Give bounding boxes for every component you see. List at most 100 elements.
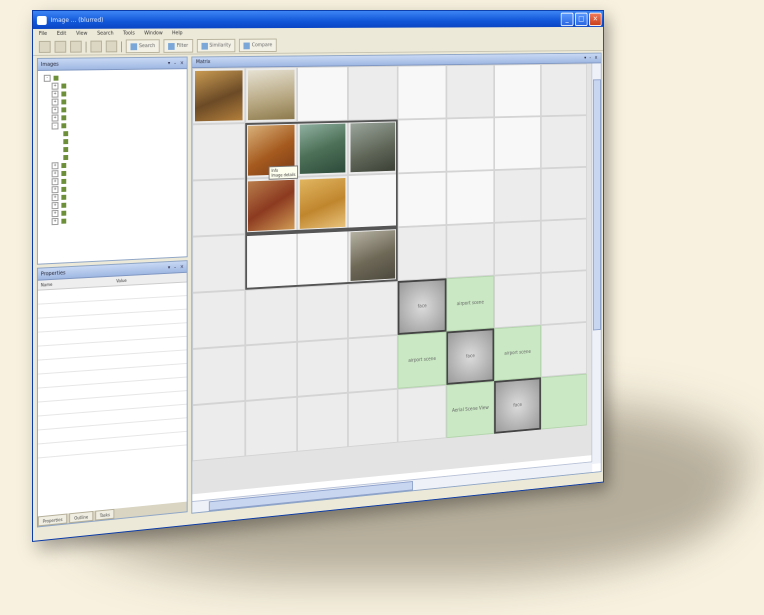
matrix-cell[interactable] <box>397 384 447 443</box>
expand-icon[interactable]: + <box>51 185 59 193</box>
matrix-cell-scene[interactable]: Aerial Scene View <box>446 381 495 439</box>
close-icon[interactable]: × <box>180 60 184 66</box>
matrix-cell[interactable] <box>192 67 246 125</box>
matrix-cell[interactable] <box>297 283 348 342</box>
tab-outline[interactable]: Outline <box>69 510 94 524</box>
expand-icon[interactable]: + <box>51 217 59 225</box>
matrix-cell[interactable] <box>494 220 541 276</box>
matrix-cell[interactable] <box>245 66 298 124</box>
folder-icon <box>61 210 67 216</box>
matrix-cell[interactable] <box>347 65 398 121</box>
matrix-cell[interactable] <box>347 334 398 393</box>
scroll-thumb[interactable] <box>593 79 601 331</box>
pin-icon[interactable]: ▾ <box>584 54 586 63</box>
matrix-cell-scene[interactable] <box>540 373 587 430</box>
matrix-cell[interactable] <box>245 286 298 346</box>
image-thumbnail[interactable] <box>195 70 243 122</box>
expand-icon[interactable]: + <box>51 113 59 122</box>
matrix-cell[interactable] <box>397 171 447 228</box>
matrix-cell[interactable] <box>397 65 447 120</box>
minimize-icon[interactable]: – <box>589 54 591 63</box>
tab-properties[interactable]: Properties <box>37 513 68 527</box>
pin-icon[interactable]: ▾ <box>168 60 170 66</box>
matrix-cell-scene[interactable]: airport scene <box>446 275 495 332</box>
matrix-cell[interactable] <box>397 225 447 282</box>
matrix-cell[interactable] <box>245 396 298 457</box>
expand-icon[interactable]: + <box>51 161 59 169</box>
expand-icon[interactable]: + <box>51 98 59 106</box>
close-icon[interactable]: × <box>180 264 184 270</box>
matrix-cell[interactable] <box>192 178 246 237</box>
matrix-cell[interactable] <box>446 117 495 172</box>
matrix-cell[interactable] <box>540 218 587 273</box>
menu-edit[interactable]: Edit <box>57 31 66 37</box>
minimize-button[interactable]: _ <box>560 12 574 26</box>
save-button[interactable] <box>70 40 82 53</box>
matrix-cell[interactable] <box>297 66 348 122</box>
close-button[interactable]: × <box>589 12 602 26</box>
matrix-cell[interactable] <box>494 168 541 223</box>
expand-icon[interactable]: + <box>51 169 59 177</box>
vertical-scrollbar[interactable] <box>591 63 601 465</box>
matrix-cell[interactable] <box>347 281 398 339</box>
matrix-cell-scene[interactable]: airport scene <box>494 325 541 382</box>
forward-button[interactable] <box>105 40 118 53</box>
expand-icon[interactable]: + <box>51 177 59 185</box>
matrix-cell[interactable] <box>192 400 246 462</box>
minimize-icon[interactable]: – <box>174 60 176 66</box>
matrix-cell-face[interactable]: face <box>446 328 495 385</box>
matrix-cell-face[interactable]: face <box>494 377 541 434</box>
matrix-cell[interactable] <box>446 222 495 279</box>
compare-button[interactable]: Compare <box>239 38 277 53</box>
menu-search[interactable]: Search <box>97 31 113 37</box>
folder-icon <box>61 186 67 192</box>
menu-help[interactable]: Help <box>172 30 183 36</box>
matrix-cell[interactable] <box>540 115 587 169</box>
maximize-button[interactable]: □ <box>574 12 588 26</box>
folder-icon <box>53 75 59 81</box>
matrix-cell[interactable] <box>192 289 246 350</box>
matrix-cell[interactable] <box>446 170 495 226</box>
collapse-icon[interactable]: - <box>51 121 59 130</box>
matrix-cell[interactable] <box>494 272 541 329</box>
minimize-icon[interactable]: – <box>174 264 176 270</box>
image-thumbnail[interactable] <box>247 69 295 121</box>
menu-tools[interactable]: Tools <box>123 31 135 37</box>
matrix-cell-face[interactable]: face <box>397 278 447 335</box>
matrix-cell[interactable] <box>397 118 447 174</box>
collapse-icon[interactable]: - <box>43 74 51 82</box>
back-button[interactable] <box>90 40 102 53</box>
menu-file[interactable]: File <box>39 31 47 37</box>
matrix-cell[interactable] <box>540 63 587 117</box>
close-icon[interactable]: × <box>594 54 597 63</box>
expand-icon[interactable]: + <box>51 201 59 209</box>
matrix-cell[interactable] <box>192 234 246 293</box>
matrix-cell[interactable] <box>540 166 587 221</box>
matrix-cell[interactable] <box>297 392 348 452</box>
matrix-cell[interactable] <box>446 64 495 119</box>
matrix-cell[interactable] <box>540 270 587 326</box>
filter-button[interactable]: Filter <box>163 39 193 53</box>
matrix-cell[interactable] <box>297 338 348 397</box>
expand-icon[interactable]: + <box>51 82 59 90</box>
menu-window[interactable]: Window <box>144 30 163 36</box>
expand-icon[interactable]: + <box>51 209 59 217</box>
new-button[interactable] <box>38 40 51 53</box>
search-button[interactable]: Search <box>125 39 160 54</box>
expand-icon[interactable]: + <box>51 90 59 98</box>
expand-icon[interactable]: + <box>51 105 59 114</box>
matrix-cell[interactable] <box>245 341 298 401</box>
matrix-cell[interactable] <box>192 345 246 406</box>
pin-icon[interactable]: ▾ <box>168 264 170 270</box>
menu-view[interactable]: View <box>76 31 87 37</box>
matrix-cell[interactable] <box>494 116 541 171</box>
matrix-cell[interactable] <box>494 64 541 118</box>
expand-icon[interactable]: + <box>51 193 59 201</box>
matrix-cell[interactable] <box>192 123 246 181</box>
open-button[interactable] <box>54 40 67 53</box>
tab-tasks[interactable]: Tasks <box>94 508 115 521</box>
similarity-button[interactable]: Similarity <box>196 38 236 53</box>
matrix-cell[interactable] <box>540 321 587 378</box>
matrix-cell-scene[interactable]: airport scene <box>397 331 447 389</box>
matrix-cell[interactable] <box>347 388 398 448</box>
